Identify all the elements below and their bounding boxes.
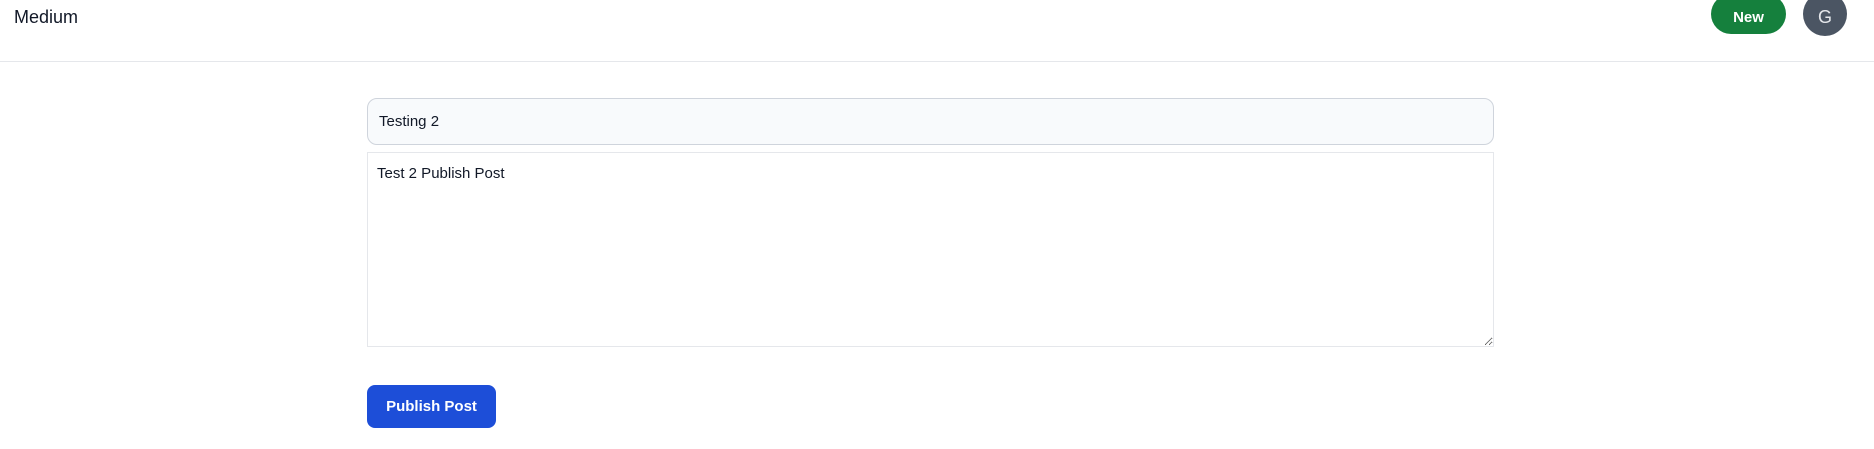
avatar-initial: G xyxy=(1817,6,1832,27)
top-navbar: Medium New G xyxy=(0,0,1874,62)
publish-post-button[interactable]: Publish Post xyxy=(367,385,496,428)
post-title-input[interactable] xyxy=(367,98,1494,145)
new-post-button[interactable]: New xyxy=(1711,0,1786,34)
post-editor: Test 2 Publish Post xyxy=(367,98,1494,347)
user-avatar[interactable]: G xyxy=(1803,0,1847,36)
brand-logo-link[interactable]: Medium xyxy=(14,6,78,28)
post-body-textarea[interactable]: Test 2 Publish Post xyxy=(367,152,1494,347)
